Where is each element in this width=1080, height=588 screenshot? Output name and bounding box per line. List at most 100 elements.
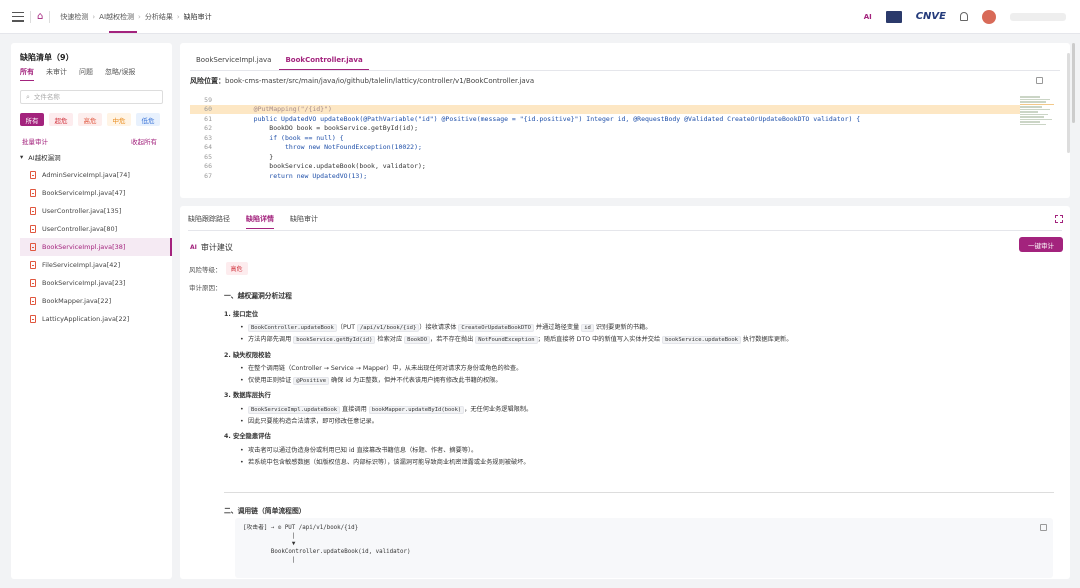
- bell-icon[interactable]: [960, 12, 968, 21]
- line-number: 59: [204, 95, 212, 104]
- risk-location: 风险位置：book-cms-master/src/main/java/io/gi…: [190, 76, 534, 86]
- file-item[interactable]: LatticyApplication.java[22]: [20, 310, 172, 328]
- page-scrollbar[interactable]: [1072, 43, 1075, 123]
- line-number: 62: [204, 124, 212, 133]
- code-text: throw new NotFoundException(10022);: [238, 143, 422, 152]
- file-name: BookServiceImpl.java[23]: [42, 279, 126, 287]
- group-label: AI越权漏洞: [28, 154, 61, 162]
- code-line-highlighted: 60 @PutMapping("/{id}"): [190, 104, 1020, 114]
- cnve-logo: CNVE: [915, 11, 946, 22]
- search-input[interactable]: [33, 93, 144, 101]
- search-icon: ⌕: [26, 92, 30, 101]
- tab-issues[interactable]: 问题: [79, 67, 93, 81]
- severity-critical[interactable]: 超危: [49, 113, 73, 126]
- bulk-audit-button[interactable]: 批量审计: [22, 136, 48, 146]
- file-name: UserController.java[80]: [42, 225, 118, 233]
- severity-low[interactable]: 低危: [136, 113, 160, 126]
- divider: [49, 10, 51, 23]
- line-number: 63: [204, 133, 212, 142]
- file-item[interactable]: BookServiceImpl.java[23]: [20, 274, 172, 292]
- risk-location-label: 风险位置：: [190, 77, 225, 85]
- section-heading: 二、调用链（简单流程图）: [224, 507, 306, 515]
- code-text: if (book == null) {: [238, 133, 344, 142]
- file-name: FileServiceImpl.java[42]: [42, 261, 121, 269]
- risk-level-badge: 高危: [225, 262, 248, 275]
- breadcrumb: 快速检测 › AI越权检测 › 分析结果 › 缺陷审计: [56, 12, 215, 22]
- file-item[interactable]: AdminServiceImpl.java[74]: [20, 166, 172, 184]
- file-icon: [30, 261, 36, 269]
- top-bar: ⌂ 快速检测 › AI越权检测 › 分析结果 › 缺陷审计 AI CNVE: [0, 0, 1080, 34]
- severity-medium[interactable]: 中危: [107, 113, 131, 126]
- file-item[interactable]: UserController.java[80]: [20, 220, 172, 238]
- breadcrumb-item[interactable]: 分析结果: [141, 12, 177, 22]
- file-list: AdminServiceImpl.java[74] BookServiceImp…: [20, 166, 172, 328]
- code-minimap[interactable]: [1020, 95, 1056, 183]
- list-item: 在整个调用链（Controller → Service → Mapper）中，从…: [240, 364, 1054, 374]
- file-item[interactable]: BookServiceImpl.java[47]: [20, 184, 172, 202]
- caret-down-icon: ▾: [20, 153, 24, 161]
- audit-suggestion-header: AI 审计建议: [190, 242, 233, 253]
- tab-file-active[interactable]: BookController.java: [279, 54, 369, 70]
- tab-file[interactable]: BookServiceImpl.java: [190, 54, 277, 70]
- file-item-selected[interactable]: BookServiceImpl.java[38]: [20, 238, 172, 256]
- line-number: 64: [204, 143, 212, 152]
- risk-level: 风险等级： 高危: [189, 262, 248, 275]
- org-logo: [885, 10, 902, 23]
- file-name: UserController.java[135]: [42, 207, 122, 215]
- ai-icon[interactable]: AI: [864, 13, 872, 21]
- tab-all[interactable]: 所有: [20, 67, 34, 81]
- file-item[interactable]: FileServiceImpl.java[42]: [20, 256, 172, 274]
- home-icon[interactable]: ⌂: [37, 11, 43, 22]
- tree-group[interactable]: ▾ AI越权漏洞: [20, 152, 61, 162]
- defect-list-panel: 缺陷清单（9） 所有 未审计 问题 忽略/误报 ⌕ 所有 超危 高危 中危 低危…: [11, 43, 172, 579]
- file-icon: [30, 189, 36, 197]
- breadcrumb-item[interactable]: 快速检测: [56, 12, 92, 22]
- tab-defect-audit[interactable]: 缺陷审计: [290, 214, 318, 229]
- file-item[interactable]: BookMapper.java[22]: [20, 292, 172, 310]
- expand-icon[interactable]: [1055, 215, 1063, 223]
- tab-unaudited[interactable]: 未审计: [46, 67, 67, 81]
- code-view: 59 60 @PutMapping("/{id}") 61 public Upd…: [190, 95, 1020, 181]
- tab-trace-path[interactable]: 缺陷跟踪路径: [188, 214, 230, 229]
- line-number: 60: [204, 105, 212, 114]
- one-click-audit-button[interactable]: 一键审计: [1019, 237, 1063, 252]
- copy-icon[interactable]: [1036, 77, 1043, 84]
- user-name-redacted[interactable]: [1010, 12, 1066, 21]
- file-item[interactable]: UserController.java[135]: [20, 202, 172, 220]
- audit-reason-content: 一、越权漏洞分析过程 1. 接口定位 BookController.update…: [224, 283, 1054, 469]
- code-text: @PutMapping("/{id}"): [238, 105, 332, 114]
- tab-ignored[interactable]: 忽略/误报: [105, 67, 135, 81]
- file-icon: [30, 171, 36, 179]
- subsection-heading: 4. 安全隐患评估: [224, 433, 271, 441]
- code-line: 67 return new UpdatedVO(13);: [190, 171, 1020, 181]
- audit-reason-label: 审计原因：: [189, 284, 222, 292]
- editor-scrollbar[interactable]: [1067, 53, 1070, 153]
- menu-icon[interactable]: [12, 11, 24, 22]
- line-number: 65: [204, 152, 212, 161]
- line-number: 66: [204, 162, 212, 171]
- file-icon: [30, 225, 36, 233]
- severity-high[interactable]: 高危: [78, 113, 102, 126]
- tab-defect-details[interactable]: 缺陷详情: [246, 214, 274, 229]
- breadcrumb-item[interactable]: AI越权检测: [95, 12, 138, 22]
- severity-filter: 所有 超危 高危 中危 低危: [20, 113, 160, 126]
- code-editor-panel: BookServiceImpl.java BookController.java…: [180, 43, 1070, 198]
- code-line: 59: [190, 95, 1020, 105]
- file-icon: [30, 243, 36, 251]
- file-name: BookMapper.java[22]: [42, 297, 112, 305]
- risk-location-path: book-cms-master/src/main/java/io/github/…: [225, 77, 535, 85]
- section-heading: 一、越权漏洞分析过程: [224, 292, 292, 300]
- defect-detail-panel: 缺陷跟踪路径 缺陷详情 缺陷审计 AI 审计建议 一键审计 风险等级： 高危 审…: [180, 206, 1070, 579]
- breadcrumb-active-indicator: [109, 31, 137, 33]
- avatar[interactable]: [982, 9, 996, 24]
- file-icon: [30, 207, 36, 215]
- severity-all[interactable]: 所有: [20, 113, 44, 126]
- collapse-all-button[interactable]: 收起所有: [131, 136, 157, 146]
- list-item: 攻击者可以通过伪造身份或利用已知 id 直接篡改书籍信息（标题、作者、摘要等）。: [240, 446, 1054, 456]
- list-item: 因此只要能构造合法请求，即可修改任意记录。: [240, 417, 1054, 427]
- file-name: BookServiceImpl.java[47]: [42, 189, 126, 197]
- divider: [188, 230, 1062, 231]
- copy-icon[interactable]: [1040, 524, 1047, 531]
- subsection-heading: 3. 数据库层执行: [224, 392, 271, 400]
- file-search[interactable]: ⌕: [20, 90, 163, 104]
